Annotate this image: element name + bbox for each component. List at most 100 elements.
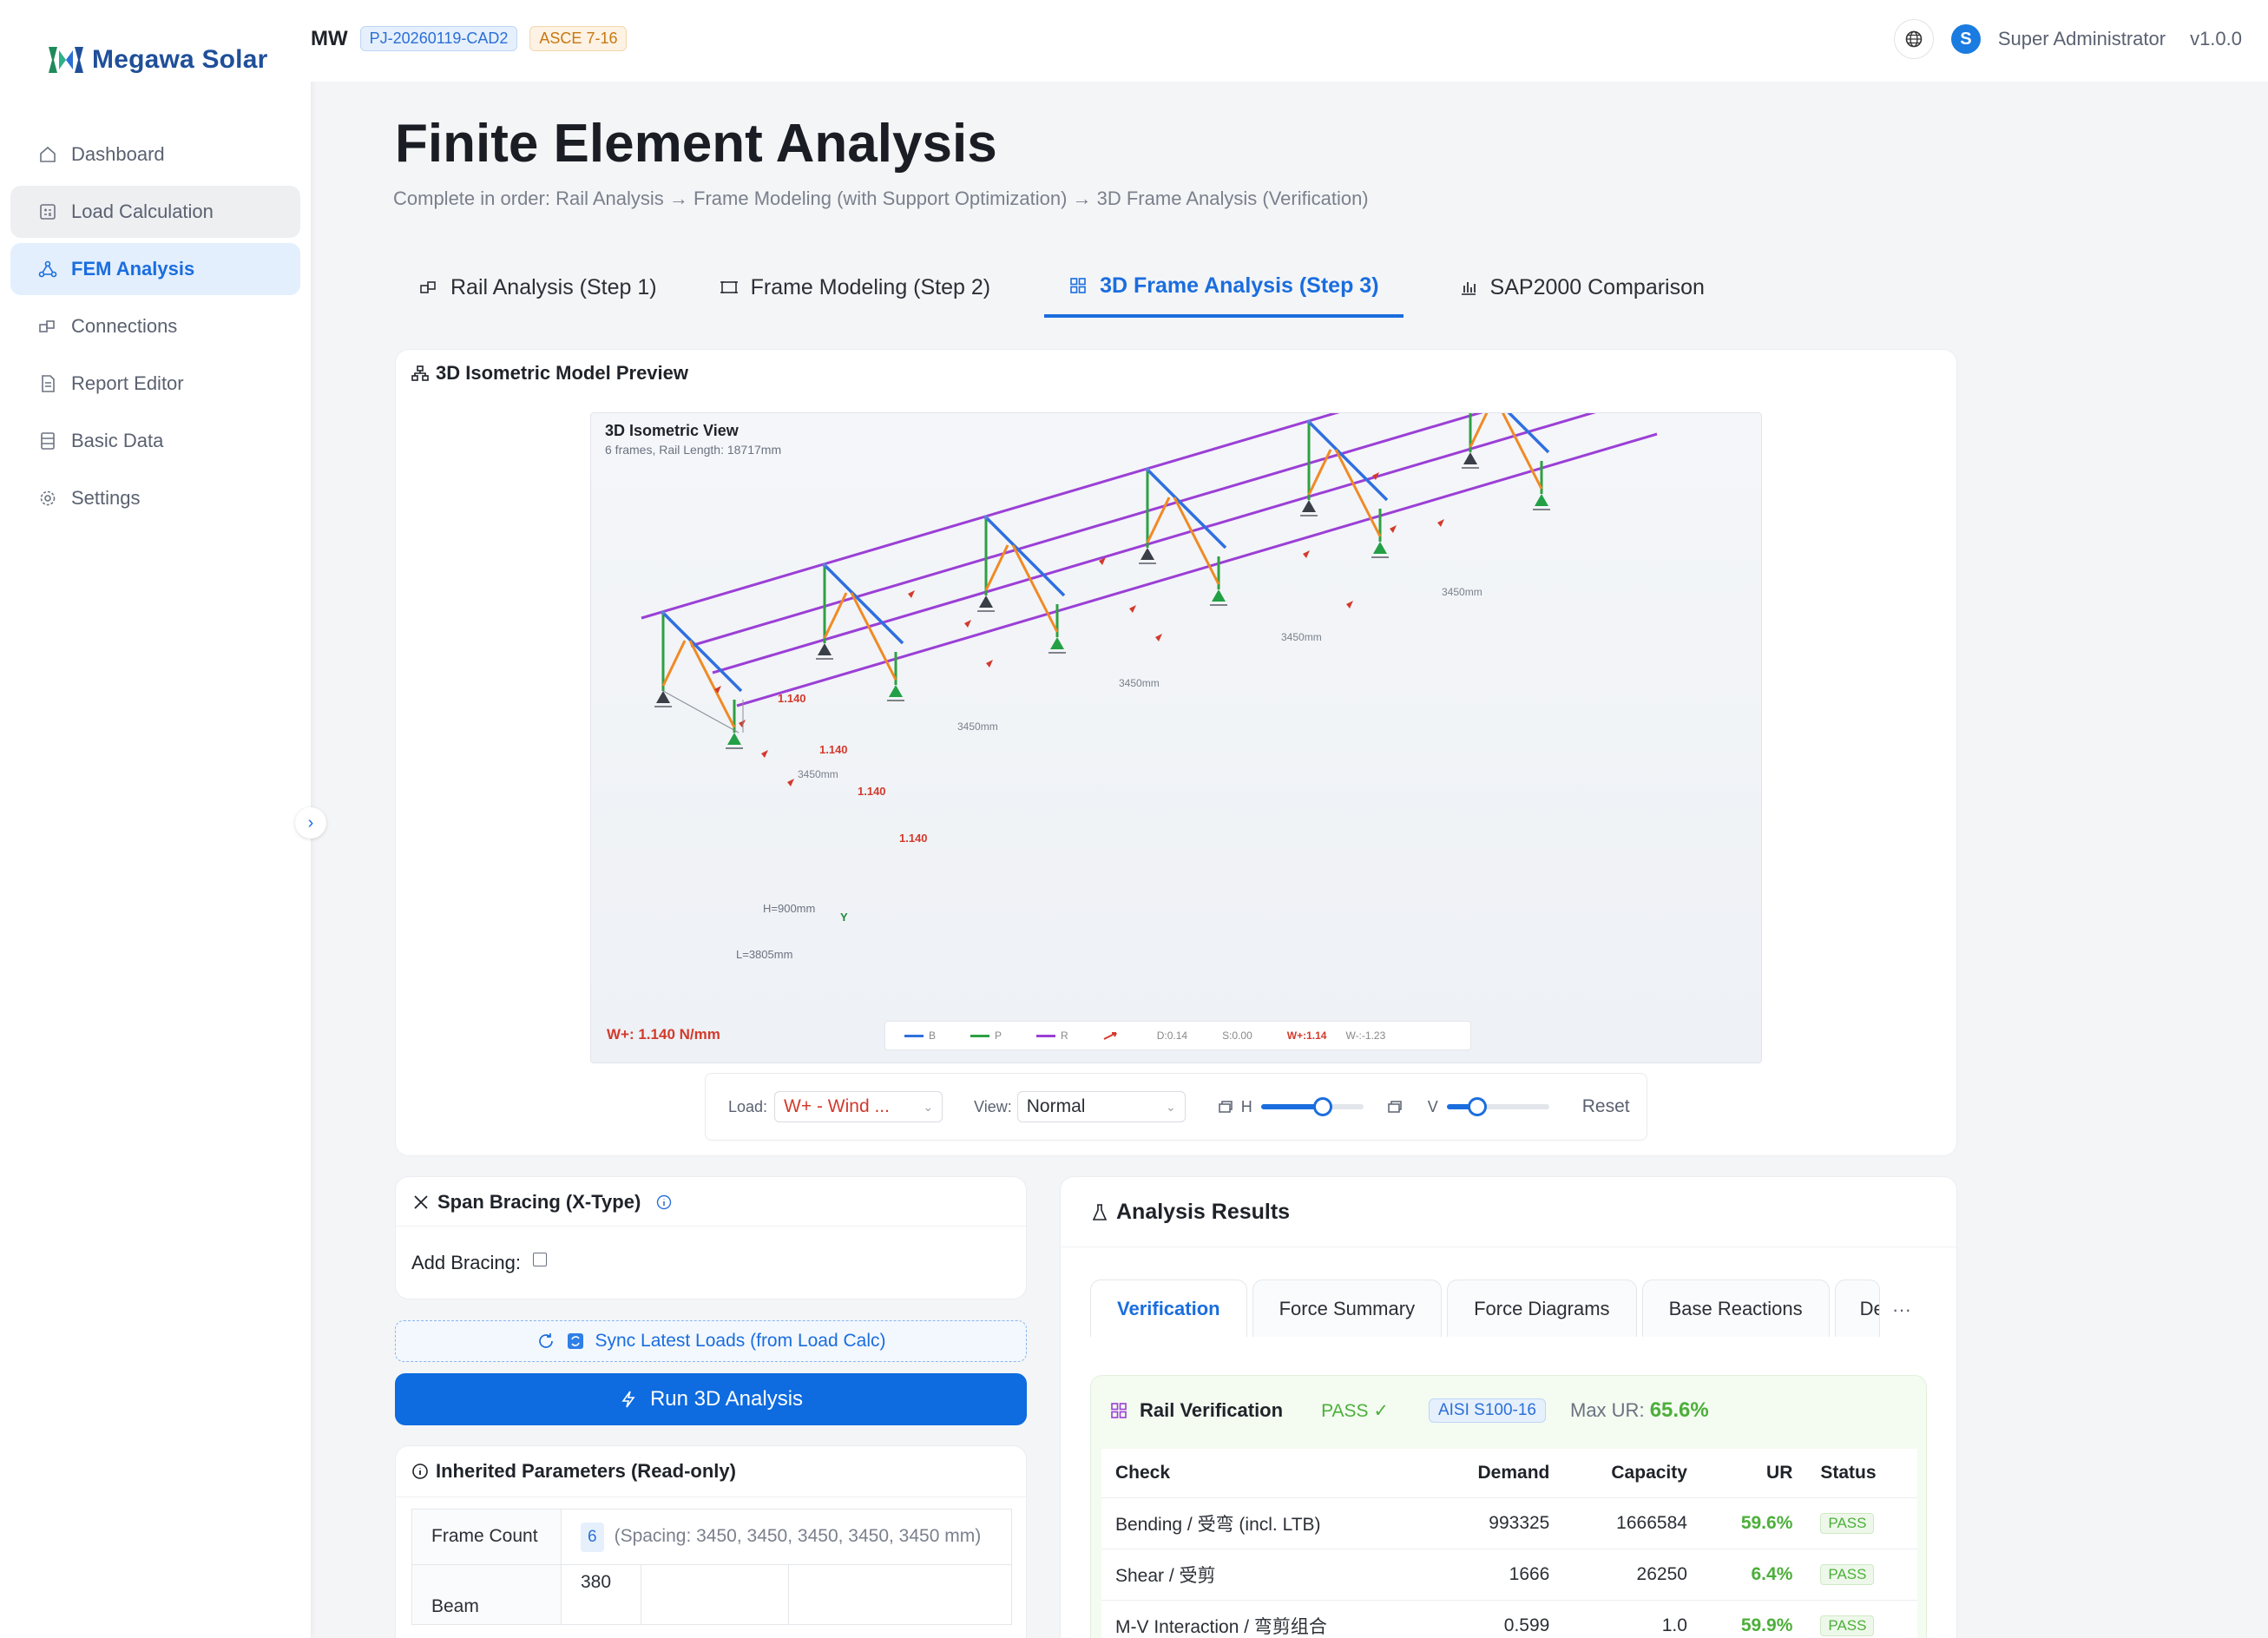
tab-force-diagrams[interactable]: Force Diagrams xyxy=(1447,1279,1637,1337)
tab-3d-frame-analysis[interactable]: 3D Frame Analysis (Step 3) xyxy=(1044,257,1404,318)
table-row: Frame Count 6 (Spacing: 3450, 3450, 3450,… xyxy=(411,1509,1012,1565)
tab-rail-analysis[interactable]: Rail Analysis (Step 1) xyxy=(395,257,681,318)
add-bracing-checkbox[interactable] xyxy=(532,1253,547,1266)
slider-handle[interactable] xyxy=(1468,1097,1488,1116)
tab-verification[interactable]: Verification xyxy=(1090,1279,1247,1337)
reset-button[interactable]: Reset xyxy=(1582,1096,1630,1117)
legend-rail: R xyxy=(1036,1030,1068,1042)
frame-count-badge: 6 xyxy=(581,1523,604,1552)
sidebar: Megawa Solar Dashboard Load Calculation … xyxy=(0,0,311,1638)
load-label-2: 1.140 xyxy=(819,743,848,756)
max-ur: Max UR: 65.6% xyxy=(1570,1398,1709,1422)
frame-count-label: Frame Count xyxy=(411,1509,562,1565)
info-icon[interactable] xyxy=(656,1194,672,1210)
wind-load-marker-11 xyxy=(1303,550,1310,558)
col-demand: Demand xyxy=(1431,1449,1564,1498)
home-icon xyxy=(38,145,57,164)
tab-force-summary[interactable]: Force Summary xyxy=(1252,1279,1443,1337)
rear-brace-3 xyxy=(984,544,1009,591)
analysis-tabs: Rail Analysis (Step 1) Frame Modeling (S… xyxy=(395,257,1729,318)
logo[interactable]: Megawa Solar xyxy=(45,42,267,78)
load-select-label: Load: xyxy=(728,1097,768,1115)
load-label-3: 1.140 xyxy=(858,785,886,798)
document-icon xyxy=(38,374,57,393)
sidebar-item-basic-data[interactable]: Basic Data xyxy=(10,415,300,467)
version-label: v1.0.0 xyxy=(2190,28,2242,49)
col-status: Status xyxy=(1806,1449,1917,1498)
verification-table: Check Demand Capacity UR Status Bending … xyxy=(1101,1449,1917,1638)
sidebar-item-settings[interactable]: Settings xyxy=(10,472,300,524)
bar-chart-icon xyxy=(1461,282,1476,295)
run-3d-analysis-button[interactable]: Run 3D Analysis xyxy=(395,1373,1027,1425)
front-support-2 xyxy=(889,685,903,697)
load-select[interactable]: W+ - Wind ... ⌄ xyxy=(774,1091,943,1122)
rail-verification-panel: Rail Verification PASS ✓ AISI S100-16 Ma… xyxy=(1090,1375,1927,1638)
avatar[interactable]: S xyxy=(1950,24,1981,54)
tab-sap2000-comparison[interactable]: SAP2000 Comparison xyxy=(1435,257,1729,318)
sidebar-nav: Dashboard Load Calculation FEM Analysis … xyxy=(10,128,300,530)
pass-indicator: PASS ✓ xyxy=(1321,1400,1389,1421)
tab-frame-modeling[interactable]: Frame Modeling (Step 2) xyxy=(695,257,1016,318)
node-3 xyxy=(983,515,989,520)
sidebar-item-report-editor[interactable]: Report Editor xyxy=(10,358,300,410)
rail-member-4 xyxy=(736,432,1658,707)
logo-text: Megawa Solar xyxy=(92,45,268,74)
beam-label: Beam xyxy=(411,1564,562,1625)
spacing-dim-5: 3450mm xyxy=(1442,586,1482,598)
project-info: MW PJ-20260119-CAD2 ASCE 7-16 xyxy=(311,26,628,51)
legend-wind-minus: W-:-1.23 xyxy=(1345,1030,1386,1042)
rear-support-1 xyxy=(656,691,670,703)
legend-load-arrow xyxy=(1103,1031,1119,1040)
tab-base-reactions[interactable]: Base Reactions xyxy=(1641,1279,1830,1337)
more-tabs-button[interactable]: ··· xyxy=(1892,1299,1911,1321)
front-support-6 xyxy=(1535,494,1548,506)
rail-verification-header: Rail Verification PASS ✓ AISI S100-16 Ma… xyxy=(1110,1398,1709,1423)
isometric-canvas[interactable]: 3D Isometric View 6 frames, Rail Length:… xyxy=(590,412,1762,1063)
sidebar-item-dashboard[interactable]: Dashboard xyxy=(10,128,300,181)
horizontal-rotation-slider[interactable] xyxy=(1260,1097,1364,1116)
close-x-icon xyxy=(414,1195,428,1209)
grid-icon xyxy=(1111,1403,1127,1418)
sidebar-item-connections[interactable]: Connections xyxy=(10,300,300,352)
view-select[interactable]: Normal ⌄ xyxy=(1016,1091,1186,1122)
user-name[interactable]: Super Administrator xyxy=(1998,28,2166,50)
chevron-down-icon: ⌄ xyxy=(923,1099,934,1114)
standard-tag: ASCE 7-16 xyxy=(529,26,628,51)
database-icon xyxy=(38,431,57,451)
sync-loads-button[interactable]: Sync Latest Loads (from Load Calc) xyxy=(395,1320,1027,1362)
sidebar-item-label: Settings xyxy=(71,487,141,509)
wind-load-marker-15 xyxy=(1437,519,1444,527)
front-support-4 xyxy=(1212,589,1226,602)
rear-brace-1 xyxy=(661,640,687,687)
sidebar-item-load-calculation[interactable]: Load Calculation xyxy=(10,186,300,238)
legend: B P R D:0.14 S:0.00 W+:1.14 W-:-1.23 xyxy=(884,1021,1471,1050)
inherited-params-card: Inherited Parameters (Read-only) Frame C… xyxy=(395,1445,1027,1638)
rear-brace-5 xyxy=(1307,449,1332,496)
calculator-icon xyxy=(38,202,57,221)
rear-support-3 xyxy=(979,595,993,608)
sidebar-item-fem-analysis[interactable]: FEM Analysis xyxy=(10,243,300,295)
wind-load-marker-14 xyxy=(1390,525,1397,533)
rear-brace-2 xyxy=(823,592,848,639)
table-row: M-V Interaction / 弯剪组合 0.599 1.0 59.9% P… xyxy=(1101,1600,1917,1638)
tab-label: Rail Analysis (Step 1) xyxy=(450,274,657,299)
legend-snow: S:0.00 xyxy=(1222,1030,1252,1042)
rotate-horizontal-icon xyxy=(1219,1101,1233,1113)
network-icon xyxy=(38,260,57,279)
sidebar-item-label: Report Editor xyxy=(71,372,184,394)
sidebar-item-label: Dashboard xyxy=(71,143,165,165)
col-capacity: Capacity xyxy=(1563,1449,1701,1498)
sidebar-collapse-button[interactable]: › xyxy=(295,807,326,839)
params-table: Frame Count 6 (Spacing: 3450, 3450, 3450,… xyxy=(411,1509,1012,1625)
max-ur-value: 65.6% xyxy=(1649,1398,1709,1422)
axis-y-label: Y xyxy=(840,911,848,924)
bracing-title: Span Bracing (X-Type) xyxy=(411,1191,672,1214)
sync-icon xyxy=(567,1333,583,1349)
spacing-dim-2: 3450mm xyxy=(957,720,998,733)
front-support-5 xyxy=(1373,542,1387,554)
tab-overflow[interactable]: De xyxy=(1834,1279,1880,1337)
vertical-rotation-slider[interactable] xyxy=(1446,1097,1549,1116)
wind-load-label: W+: 1.140 N/mm xyxy=(607,1026,720,1043)
slider-handle[interactable] xyxy=(1312,1097,1332,1116)
language-button[interactable] xyxy=(1893,19,1934,59)
